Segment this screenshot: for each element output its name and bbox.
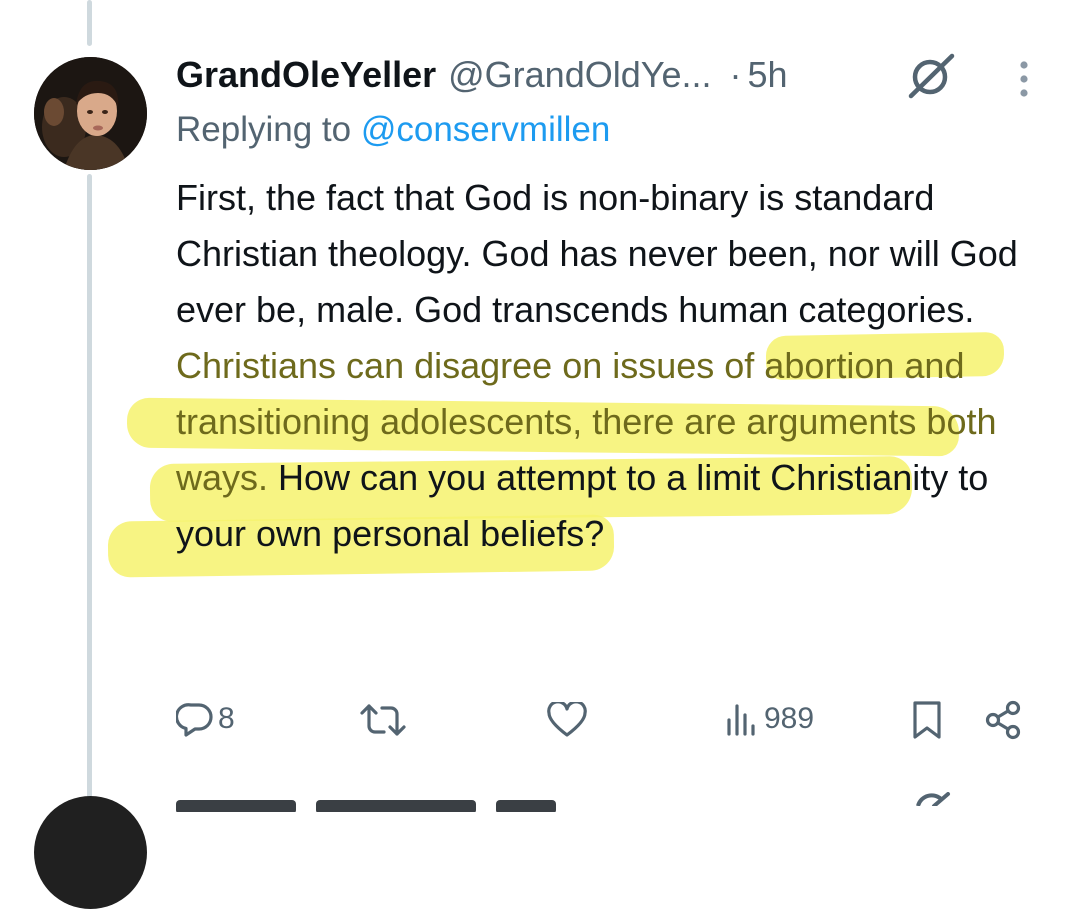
more-icon[interactable]: [1015, 60, 1033, 100]
tweet-header: GrandOleYeller @GrandOldYe... · 5h: [176, 50, 788, 100]
like-button[interactable]: [547, 702, 587, 738]
separator-dot: ·: [729, 54, 742, 95]
tweet-body: First, the fact that God is non-binary i…: [176, 170, 1056, 562]
reply-button[interactable]: 8: [176, 700, 235, 738]
tweet-body-text-end: How can you attempt to a limit Christian…: [176, 457, 989, 554]
replying-to: Replying to @conservmillen: [176, 110, 610, 150]
display-name[interactable]: GrandOleYeller: [176, 54, 436, 96]
replying-label: Replying to: [176, 110, 361, 149]
views-count: 989: [764, 702, 815, 735]
reply-icon: [176, 703, 213, 737]
next-tweet-avatar[interactable]: [34, 796, 147, 909]
share-button[interactable]: [984, 700, 1024, 740]
reply-count: 8: [218, 702, 235, 735]
grok-icon[interactable]: [906, 52, 956, 100]
like-icon: [547, 702, 587, 737]
bookmark-icon: [913, 701, 941, 739]
timestamp[interactable]: 5h: [747, 54, 787, 96]
repost-button[interactable]: [360, 702, 406, 738]
avatar[interactable]: [34, 57, 147, 170]
action-bar: 8 989: [0, 696, 1080, 746]
repost-icon: [360, 704, 406, 736]
user-handle[interactable]: @GrandOldYe...: [448, 54, 711, 96]
thread-line-top: [87, 0, 92, 46]
views-icon: [727, 704, 755, 736]
share-icon: [985, 700, 1021, 740]
avatar-image: [34, 57, 147, 170]
views-button[interactable]: 989: [724, 700, 814, 738]
bookmark-button[interactable]: [910, 700, 944, 740]
tweet-body-text: First, the fact that God is non-binary i…: [176, 177, 1018, 330]
replying-mention-link[interactable]: @conservmillen: [361, 110, 611, 149]
next-tweet-header: [176, 792, 616, 812]
